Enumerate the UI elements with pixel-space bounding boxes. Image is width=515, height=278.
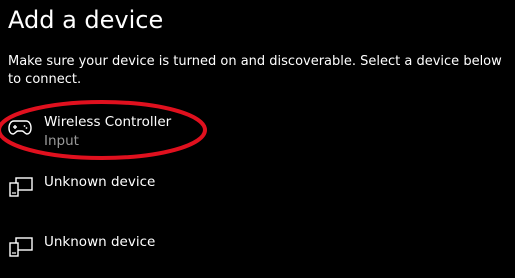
device-icon (8, 176, 34, 202)
device-item-unknown-1[interactable]: Unknown device (0, 168, 515, 218)
gamepad-icon (8, 118, 32, 140)
device-item-unknown-2[interactable]: Unknown device (0, 228, 515, 278)
device-name: Unknown device (44, 174, 156, 190)
device-item-wireless-controller[interactable]: Wireless Controller Input (0, 108, 515, 158)
device-name: Wireless Controller (44, 114, 172, 130)
device-type: Input (44, 133, 79, 149)
dialog-title: Add a device (8, 6, 164, 34)
device-name: Unknown device (44, 234, 156, 250)
dialog-description: Make sure your device is turned on and d… (8, 54, 502, 87)
device-icon (8, 236, 34, 262)
